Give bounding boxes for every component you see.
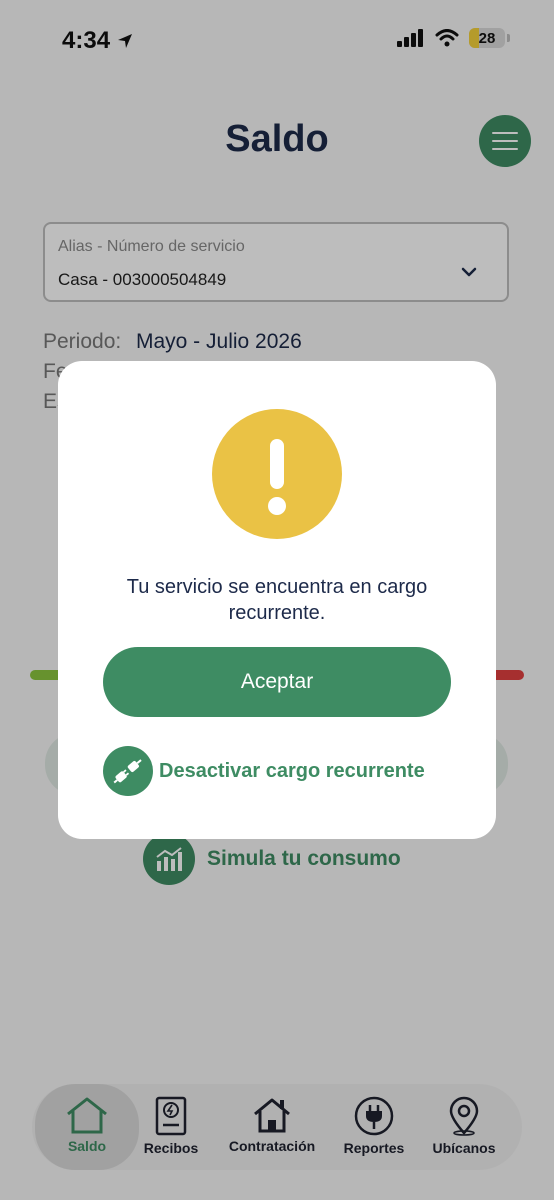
warning-icon (212, 409, 342, 539)
recurring-charge-dialog: Tu servicio se encuentra en cargo recurr… (58, 361, 496, 839)
unplug-icon (103, 746, 153, 796)
deactivate-label: Desactivar cargo recurrente (159, 759, 425, 782)
dialog-message: Tu servicio se encuentra en cargo recurr… (126, 576, 428, 624)
deactivate-recurring-charge-link[interactable]: Desactivar cargo recurrente (103, 746, 425, 796)
app-screen: 4:34 28 Saldo Alias - Número de servicio… (0, 0, 554, 1200)
accept-button[interactable]: Aceptar (103, 647, 451, 717)
